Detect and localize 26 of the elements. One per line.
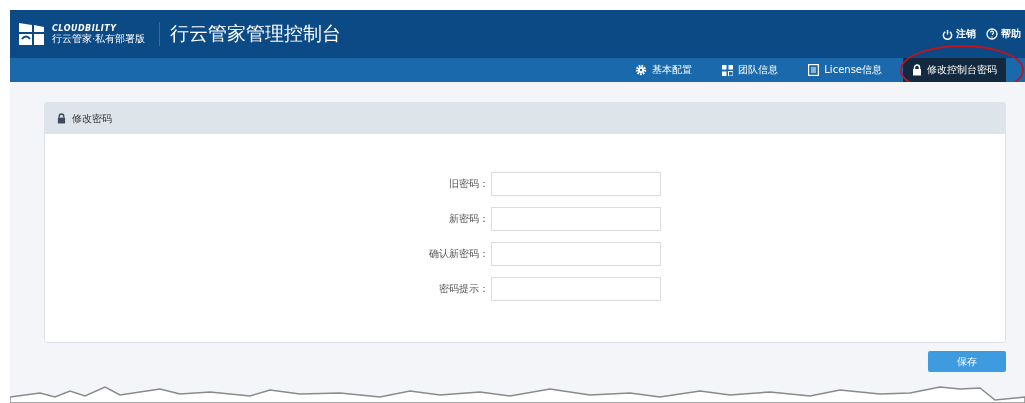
document-icon (808, 64, 820, 76)
nav-tab[interactable]: 修改控制台密码 (903, 58, 1006, 82)
header-link[interactable]: 注销 (942, 27, 976, 41)
nav-tab[interactable]: License信息 (799, 58, 891, 82)
brand-subtitle: 行云管家·私有部署版 (52, 32, 146, 45)
field-label: 新密码： (448, 212, 490, 226)
nav-tab[interactable]: 基本配置 (626, 58, 702, 82)
lock-icon (57, 113, 66, 124)
nav-tab[interactable]: 团队信息 (713, 58, 788, 82)
lock-icon (912, 64, 922, 76)
help-icon (986, 28, 998, 40)
console-title: 行云管家管理控制台 (170, 21, 342, 46)
header-link[interactable]: 帮助 (986, 27, 1021, 41)
password-field[interactable] (491, 172, 661, 196)
field-label: 密码提示： (438, 282, 490, 296)
save-button[interactable]: 保存 (928, 351, 1006, 372)
password-field[interactable] (491, 207, 661, 231)
grid-icon (722, 64, 734, 76)
power-icon (942, 28, 953, 40)
brand-name: CLOUDBILITY (52, 23, 118, 33)
field-label: 旧密码： (448, 177, 490, 191)
gear-icon (635, 64, 648, 76)
panel-title: 修改密码 (72, 111, 112, 126)
password-field[interactable] (491, 277, 661, 301)
password-field[interactable] (491, 242, 661, 266)
field-label: 确认新密码： (428, 247, 490, 261)
